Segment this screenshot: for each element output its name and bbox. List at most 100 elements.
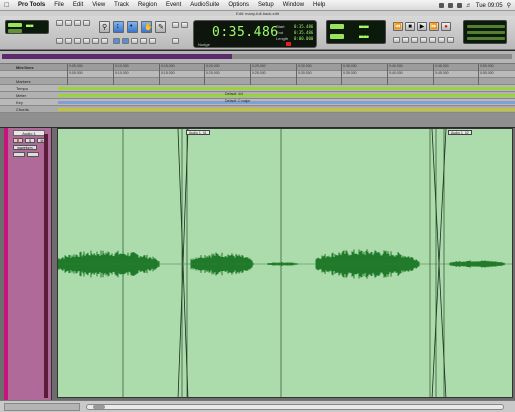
toolbar-button[interactable] bbox=[172, 22, 179, 28]
toolbar-button[interactable] bbox=[83, 38, 90, 44]
automation-button[interactable] bbox=[27, 152, 39, 157]
toolbar-button[interactable] bbox=[74, 38, 81, 44]
main-counter[interactable]: 0:35.486 Start End Length 0:35.486 0:35.… bbox=[193, 20, 317, 48]
record-enable-button[interactable]: R bbox=[13, 138, 23, 143]
minsecs-ticks-2[interactable]: 0:05.000 0:10.000 0:15.000 0:20.000 0:25.000… bbox=[58, 71, 515, 78]
ruler-row-meter[interactable]: Meter Default: 4/4 bbox=[0, 92, 515, 99]
chords-lane[interactable] bbox=[58, 108, 515, 111]
menubar-clock[interactable]: Tue 09:05 bbox=[476, 3, 503, 9]
clip-label[interactable]: Audio 1_02 bbox=[448, 130, 472, 135]
toolbar-button[interactable] bbox=[113, 38, 120, 44]
track-level-meter bbox=[44, 134, 48, 398]
menu-view[interactable]: View bbox=[92, 2, 105, 8]
menu-options[interactable]: Options bbox=[228, 2, 249, 8]
toolbar-button[interactable] bbox=[74, 20, 81, 26]
grid-nudge-display: ■■■■ ■■■■ bbox=[326, 20, 386, 44]
track-name[interactable]: Audio 1 bbox=[13, 130, 45, 136]
menu-edit[interactable]: Edit bbox=[73, 2, 83, 8]
menu-event[interactable]: Event bbox=[166, 2, 181, 8]
clip-area[interactable]: Audio 1_01 Audio 1_02 bbox=[57, 128, 513, 398]
status-icon[interactable] bbox=[456, 3, 462, 8]
toolbar-button[interactable] bbox=[122, 38, 129, 44]
toolbar-button[interactable] bbox=[429, 37, 436, 43]
waveform-canvas[interactable] bbox=[58, 129, 513, 398]
toolbar-button[interactable] bbox=[393, 37, 400, 43]
toolbar-button[interactable] bbox=[56, 38, 63, 44]
menu-region[interactable]: Region bbox=[138, 2, 157, 8]
toolbar-button[interactable] bbox=[411, 37, 418, 43]
ruler-label-markers: Markers bbox=[16, 79, 31, 84]
stop-button[interactable]: ■ bbox=[405, 22, 415, 31]
menu-track[interactable]: Track bbox=[114, 2, 129, 8]
grid-indicator[interactable] bbox=[330, 24, 344, 29]
clip-label[interactable]: Audio 1_01 bbox=[186, 130, 210, 135]
menu-app[interactable]: Pro Tools bbox=[18, 2, 45, 8]
ruler-row-minsecs[interactable]: Min:Secs 0:05.000 0:10.000 0:15.000 0:20.00… bbox=[0, 64, 515, 71]
start-value[interactable]: 0:35.486 bbox=[294, 24, 313, 29]
toolbar-button[interactable] bbox=[140, 38, 147, 44]
ruler-tick bbox=[250, 64, 251, 71]
toolbar-button[interactable] bbox=[56, 20, 63, 26]
meter-lane[interactable] bbox=[58, 94, 515, 97]
minsecs-ticks[interactable]: 0:05.000 0:10.000 0:15.000 0:20.000 0:25.000… bbox=[58, 64, 515, 71]
ruler-tick bbox=[204, 71, 205, 78]
track-view-selector[interactable]: waveform bbox=[13, 145, 37, 150]
toolbar-button[interactable] bbox=[92, 38, 99, 44]
spotlight-icon[interactable]: ⚲ bbox=[507, 2, 511, 9]
status-icon[interactable] bbox=[438, 3, 444, 8]
toolbar-button[interactable] bbox=[447, 37, 454, 43]
tempo-lane[interactable] bbox=[58, 87, 515, 90]
track-list-toggle[interactable] bbox=[4, 403, 80, 411]
record-button[interactable]: ● bbox=[441, 22, 451, 31]
ruler-row-minsecs-2[interactable]: 0:05.000 0:10.000 0:15.000 0:20.000 0:25.000… bbox=[0, 71, 515, 78]
playlist-button[interactable] bbox=[13, 152, 25, 157]
menu-help[interactable]: Help bbox=[313, 2, 325, 8]
trim-tool[interactable]: ↕ bbox=[113, 21, 124, 33]
ruler-row-markers[interactable]: Markers bbox=[0, 78, 515, 85]
grabber-tool[interactable]: ✋ bbox=[141, 21, 153, 33]
selector-tool[interactable]: • bbox=[127, 21, 138, 33]
menubar-status: ♬ Tue 09:05 ⚲ bbox=[438, 0, 511, 11]
zoom-tool[interactable]: ⚲ bbox=[99, 21, 110, 33]
overview-bar[interactable] bbox=[0, 51, 515, 64]
scroll-thumb[interactable] bbox=[93, 405, 105, 409]
menu-setup[interactable]: Setup bbox=[258, 2, 274, 8]
key-lane[interactable] bbox=[58, 101, 515, 104]
nudge-indicator[interactable] bbox=[330, 34, 344, 39]
horizontal-scrollbar[interactable] bbox=[86, 404, 504, 410]
toolbar-button[interactable] bbox=[438, 37, 445, 43]
forward-button[interactable]: ⏩ bbox=[429, 22, 439, 31]
end-label: End bbox=[276, 30, 284, 35]
menu-audiosuite[interactable]: AudioSuite bbox=[190, 2, 219, 8]
ruler-row-key[interactable]: Key Default: C major bbox=[0, 99, 515, 106]
ruler-row-tempo[interactable]: Tempo bbox=[0, 85, 515, 92]
pencil-tool[interactable]: ✎ bbox=[155, 21, 166, 33]
toolbar-button[interactable] bbox=[402, 37, 409, 43]
markers-ticks[interactable] bbox=[58, 78, 515, 85]
menu-file[interactable]: File bbox=[54, 2, 64, 8]
play-button[interactable]: ▶ bbox=[417, 22, 427, 31]
status-icon[interactable] bbox=[447, 3, 453, 8]
mode-indicator[interactable] bbox=[8, 23, 22, 27]
toolbar-button[interactable] bbox=[65, 38, 72, 44]
ruler-tick bbox=[433, 64, 434, 71]
apple-icon[interactable]:  bbox=[4, 2, 12, 9]
toolbar-button[interactable] bbox=[83, 20, 90, 26]
ruler-tick bbox=[204, 78, 205, 85]
toolbar-button[interactable] bbox=[420, 37, 427, 43]
toolbar-button[interactable] bbox=[172, 38, 179, 44]
toolbar-button[interactable] bbox=[101, 38, 108, 44]
solo-button[interactable]: S bbox=[25, 138, 35, 143]
toolbar-button[interactable] bbox=[65, 20, 72, 26]
toolbar-button[interactable] bbox=[131, 38, 138, 44]
volume-icon[interactable]: ♬ bbox=[466, 3, 472, 9]
ruler-row-chords[interactable]: Chords bbox=[0, 106, 515, 113]
toolbar-button[interactable] bbox=[149, 38, 156, 44]
track-header[interactable]: Audio 1 R S M waveform bbox=[4, 128, 52, 400]
length-value[interactable]: 0:00.000 bbox=[294, 36, 313, 41]
menu-window[interactable]: Window bbox=[283, 2, 304, 8]
rewind-button[interactable]: ⏪ bbox=[393, 22, 403, 31]
toolbar-button[interactable] bbox=[181, 22, 188, 28]
mode-indicator[interactable] bbox=[8, 29, 22, 33]
end-value[interactable]: 0:35.486 bbox=[294, 30, 313, 35]
